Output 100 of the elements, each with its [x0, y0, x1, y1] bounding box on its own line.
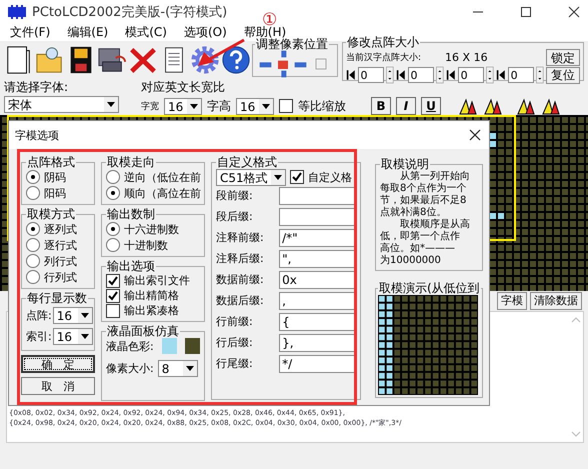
spin-field[interactable]: 0	[358, 67, 384, 83]
action-button[interactable]: 清除数据	[530, 292, 582, 310]
edge-icon[interactable]	[446, 67, 456, 83]
settings-icon[interactable]	[190, 44, 220, 76]
spin-arrows-icon[interactable]	[436, 66, 444, 84]
action-button[interactable]: 字模	[497, 292, 527, 310]
font-label: 请选择字体:	[4, 79, 68, 96]
group-title: 输出选项	[106, 259, 156, 273]
checkbox[interactable]	[106, 288, 120, 302]
close-icon[interactable]	[469, 129, 481, 141]
spin-arrows-icon[interactable]	[486, 66, 494, 84]
rotate-icon[interactable]	[541, 96, 561, 116]
help-icon[interactable]	[221, 44, 251, 76]
group-title: 取模方式	[26, 207, 76, 221]
radio-button[interactable]	[26, 254, 40, 268]
dialog-button[interactable]: 取 消	[21, 377, 95, 395]
rotate-icon[interactable]	[516, 96, 536, 116]
group-title: 取模走向	[106, 155, 156, 169]
pixel-size-dropdown[interactable]: 8	[158, 360, 198, 376]
edge-icon[interactable]	[396, 67, 406, 83]
size-value: 16 X 16	[445, 51, 489, 64]
dropdown-icon	[107, 102, 115, 107]
rotate-icon[interactable]	[483, 96, 503, 116]
text-field[interactable]: ,	[279, 292, 356, 310]
text-field[interactable]: {	[279, 312, 356, 330]
text-field[interactable]	[279, 208, 356, 226]
style-button[interactable]: B	[371, 97, 391, 115]
radio-button[interactable]	[26, 222, 40, 236]
text-field[interactable]	[279, 186, 356, 204]
dropdown-icon	[274, 174, 282, 180]
color-swatch[interactable]	[162, 338, 177, 354]
dropdown-icon	[80, 334, 89, 339]
group-title: 取模说明	[380, 157, 430, 171]
format-dropdown[interactable]: C51格式	[216, 168, 286, 186]
menu-item[interactable]: 编辑(E)	[67, 24, 108, 41]
option-label: 阴码	[44, 170, 66, 184]
explanation-line: 节，如果最后不足8	[380, 195, 468, 206]
rotate-icon[interactable]	[458, 96, 478, 116]
checkbox[interactable]	[290, 170, 304, 184]
radio-button[interactable]	[106, 186, 120, 200]
text-field[interactable]: ",	[279, 250, 356, 268]
menu-item[interactable]: 文件(F)	[10, 24, 50, 41]
dropdown-icon	[80, 313, 89, 318]
option-label: 列行式	[44, 254, 77, 268]
radio-button[interactable]	[106, 170, 120, 184]
checkbox-label: 等比缩放	[298, 98, 346, 114]
text-field[interactable]: */	[279, 354, 356, 372]
spin-field[interactable]: 0	[458, 67, 484, 83]
dialog-title: 字模选项	[15, 128, 59, 142]
style-button[interactable]: U	[421, 97, 441, 115]
dropdown-icon	[262, 104, 270, 108]
text-field[interactable]: 0x	[279, 270, 356, 288]
radio-button[interactable]	[26, 270, 40, 284]
style-button[interactable]: I	[396, 97, 416, 115]
option-label: 输出精简格	[124, 288, 179, 303]
checkbox[interactable]	[106, 274, 120, 288]
lock-button[interactable]: 锁定	[546, 49, 580, 66]
height-dropdown[interactable]: 16	[236, 98, 274, 114]
edge-icon[interactable]	[496, 67, 506, 83]
spin-arrows-icon[interactable]	[536, 66, 544, 84]
color-swatch[interactable]	[184, 338, 200, 354]
text-field[interactable]: /*"	[279, 228, 356, 246]
group-title: 输出数制	[106, 207, 156, 221]
menu-item[interactable]: 选项(O)	[184, 24, 227, 41]
field-label: 行尾缀:	[216, 356, 254, 371]
pixel-size-label: 像素大小:	[106, 360, 154, 376]
option-label: 逐列式	[44, 222, 77, 236]
menu-item[interactable]: 模式(C)	[125, 24, 167, 41]
text-field[interactable]: },	[279, 334, 356, 352]
close-icon[interactable]	[568, 6, 580, 18]
radio-button[interactable]	[106, 222, 120, 236]
field-label: 数据前缀:	[216, 272, 265, 287]
reset-button[interactable]: 复位	[546, 66, 580, 84]
explanation-line: 为10000000	[380, 255, 442, 267]
count-dropdown[interactable]: 16	[52, 307, 93, 324]
option-label: 逆向（低位在前	[124, 170, 201, 184]
edge-icon[interactable]	[346, 67, 356, 83]
checkbox[interactable]	[106, 304, 120, 318]
height-label: 字高	[207, 98, 231, 114]
checkbox[interactable]	[279, 99, 293, 113]
explanation-line: 点就补满8位。	[380, 207, 448, 218]
width-dropdown[interactable]: 16	[164, 98, 202, 114]
dropdown-icon	[186, 366, 194, 370]
field-label: 段前缀:	[216, 188, 254, 203]
radio-button[interactable]	[106, 238, 120, 252]
spin-field[interactable]: 0	[408, 67, 434, 83]
radio-button[interactable]	[26, 186, 40, 200]
spin-field[interactable]: 0	[508, 67, 534, 83]
maximize-icon[interactable]	[520, 6, 532, 18]
group-title: 调整像素位置	[256, 37, 329, 51]
group-title: 液晶面板仿真	[106, 324, 180, 338]
font-dropdown[interactable]: 宋体	[4, 96, 119, 113]
dialog-button[interactable]: 确 定	[21, 355, 95, 373]
radio-button[interactable]	[26, 238, 40, 252]
count-dropdown[interactable]: 16	[52, 328, 93, 345]
group-title: 自定义格式	[216, 155, 278, 169]
option-label: 阳码	[44, 186, 66, 200]
window-title: PCtoLCD2002完美版-(字符模式)	[32, 4, 228, 21]
radio-button[interactable]	[26, 170, 40, 184]
spin-arrows-icon[interactable]	[386, 66, 394, 84]
